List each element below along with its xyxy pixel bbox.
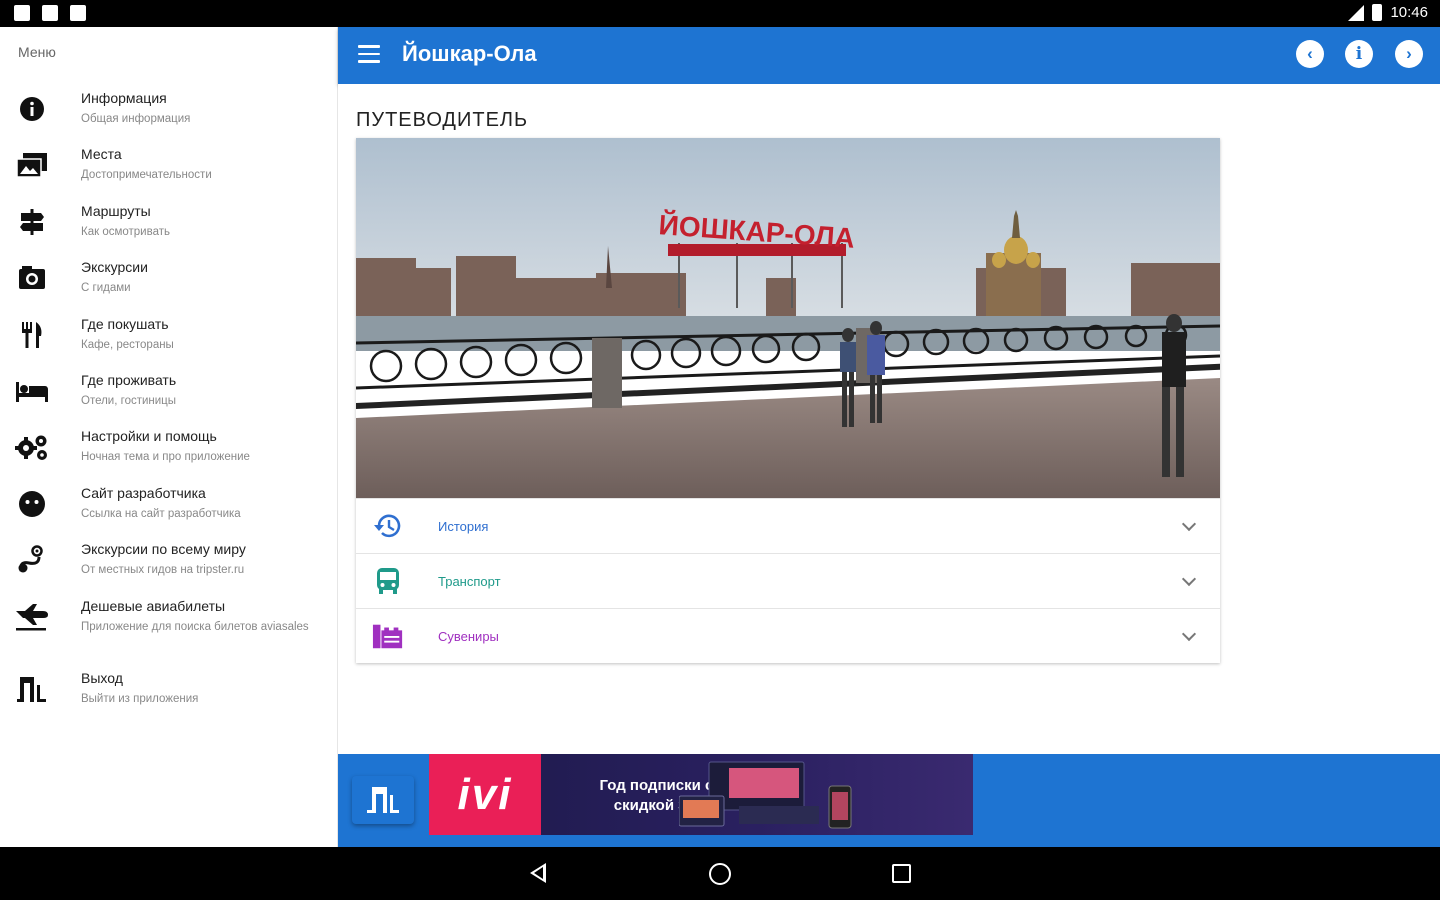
notification-icon <box>42 5 58 21</box>
menu-item-subtitle: Кафе, рестораны <box>81 338 174 351</box>
menu-item-subtitle: С гидами <box>81 282 131 295</box>
guide-card: ЙОШКАР-ОЛА История Транспорт Сувениры <box>356 138 1220 663</box>
info-icon <box>14 93 50 125</box>
flight-icon <box>14 601 50 633</box>
menu-item-subtitle: Приложение для поиска билетов aviasales <box>81 620 309 633</box>
menu-item-title: Информация <box>81 90 167 106</box>
city-photo: ЙОШКАР-ОЛА <box>356 138 1220 498</box>
menu-item-subtitle: Отели, гостиницы <box>81 394 177 407</box>
accordion-label: История <box>438 519 489 534</box>
menu-item-cheap-flights[interactable]: Дешевые авиабилеты Приложение для поиска… <box>0 593 338 665</box>
previous-button[interactable]: ‹ <box>1296 40 1324 68</box>
menu-item-world-tours[interactable]: Экскурсии по всему миру От местных гидов… <box>0 536 338 592</box>
notification-icons <box>14 5 86 21</box>
menu-item-exit[interactable]: Выход Выйти из приложения <box>0 665 338 721</box>
menu-item-information[interactable]: Информация Общая информация <box>0 85 338 141</box>
accordion-item-souvenirs[interactable]: Сувениры <box>356 608 1220 663</box>
exit-icon <box>14 673 50 705</box>
restaurant-icon <box>14 319 50 351</box>
world-tour-icon <box>14 544 50 576</box>
menu-item-subtitle: Ссылка на сайт разработчика <box>81 507 241 520</box>
accordion-label: Транспорт <box>438 574 501 589</box>
chevron-left-icon: ‹ <box>1307 44 1313 63</box>
menu-item-title: Сайт разработчика <box>81 484 206 501</box>
menu-item-developer-site[interactable]: Сайт разработчика Ссылка на сайт разрабо… <box>0 480 338 536</box>
ad-banner[interactable]: ivi Год подписки со скидкой 37% <box>429 754 973 835</box>
menu-item-settings[interactable]: Настройки и помощь Ночная тема и про при… <box>0 423 338 479</box>
menu-item-title: Экскурсии по всему миру <box>81 541 246 558</box>
menu-item-title: Экскурсии <box>81 259 148 276</box>
notification-icon <box>70 5 86 21</box>
clock: 10:46 <box>1390 4 1428 21</box>
next-button[interactable]: › <box>1395 40 1423 68</box>
chevron-right-icon: › <box>1406 44 1412 63</box>
home-icon[interactable] <box>709 863 731 885</box>
system-status: 10:46 <box>1348 4 1428 21</box>
menu-item-title: Места <box>81 146 122 163</box>
menu-item-title: Где проживать <box>81 371 177 388</box>
menu-item-food[interactable]: Где покушать Кафе, рестораны <box>0 311 338 367</box>
section-title: ПУТЕВОДИТЕЛЬ <box>356 109 529 131</box>
accordion-item-history[interactable]: История <box>356 498 1220 553</box>
drawer-title: Меню <box>18 44 56 60</box>
menu-item-title: Выход <box>81 669 123 686</box>
system-navigation-bar <box>0 847 1440 900</box>
notification-icon <box>14 5 30 21</box>
hotel-bed-icon <box>14 375 50 407</box>
main-content: ПУТЕВОДИТЕЛЬ ЙОШКАР-ОЛА История Транспор… <box>338 84 1440 754</box>
bottom-bar: ivi Год подписки со скидкой 37% <box>338 754 1440 847</box>
menu-item-subtitle: Достопримечательности <box>81 169 212 182</box>
history-icon <box>372 511 404 541</box>
camera-icon <box>14 262 50 294</box>
accordion-item-transport[interactable]: Транспорт <box>356 553 1220 608</box>
menu-item-subtitle: Выйти из приложения <box>81 692 199 705</box>
souvenirs-icon <box>372 621 404 651</box>
chevron-down-icon <box>1181 571 1197 587</box>
menu-item-title: Настройки и помощь <box>81 428 217 445</box>
signal-icon <box>1348 4 1365 21</box>
chevron-down-icon <box>1181 516 1197 532</box>
settings-icon <box>14 431 50 463</box>
chevron-down-icon <box>1181 626 1197 642</box>
developer-icon <box>14 488 50 520</box>
menu-hamburger-icon[interactable] <box>358 45 380 65</box>
menu-item-subtitle: От местных гидов на tripster.ru <box>81 564 245 577</box>
menu-item-subtitle: Ночная тема и про приложение <box>81 451 250 464</box>
app-title: Йошкар-Ола <box>402 41 537 66</box>
menu-item-places[interactable]: Места Достопримечательности <box>0 141 338 197</box>
navigation-drawer: Меню Информация Общая информация Места Д… <box>0 27 338 847</box>
ad-devices-image <box>679 761 852 829</box>
accordion-label: Сувениры <box>438 629 499 644</box>
menu-item-subtitle: Общая информация <box>81 113 191 125</box>
back-icon[interactable] <box>530 863 546 883</box>
menu-item-title: Где покушать <box>81 315 169 332</box>
exit-icon <box>367 787 399 813</box>
menu-item-routes[interactable]: Маршруты Как осмотривать <box>0 198 338 254</box>
menu-item-excursions[interactable]: Экскурсии С гидами <box>0 254 338 310</box>
status-bar: 10:46 <box>0 0 1440 27</box>
places-icon <box>14 149 50 181</box>
signpost-icon <box>14 206 50 238</box>
menu-item-title: Дешевые авиабилеты <box>81 597 226 614</box>
battery-icon <box>1372 4 1383 21</box>
menu-item-title: Маршруты <box>81 202 151 219</box>
exit-button[interactable] <box>352 776 414 824</box>
recent-apps-icon[interactable] <box>892 864 911 883</box>
ivi-logo: ivi <box>429 754 541 835</box>
bus-icon <box>372 566 404 596</box>
menu-item-accommodation[interactable]: Где проживать Отели, гостиницы <box>0 367 338 423</box>
menu-item-subtitle: Как осмотривать <box>81 225 170 238</box>
app-bar: Йошкар-Ола ‹ i › <box>338 27 1440 84</box>
info-icon: i <box>1355 44 1363 64</box>
drawer-menu: Информация Общая информация Места Достоп… <box>0 85 338 721</box>
info-button[interactable]: i <box>1345 40 1373 68</box>
